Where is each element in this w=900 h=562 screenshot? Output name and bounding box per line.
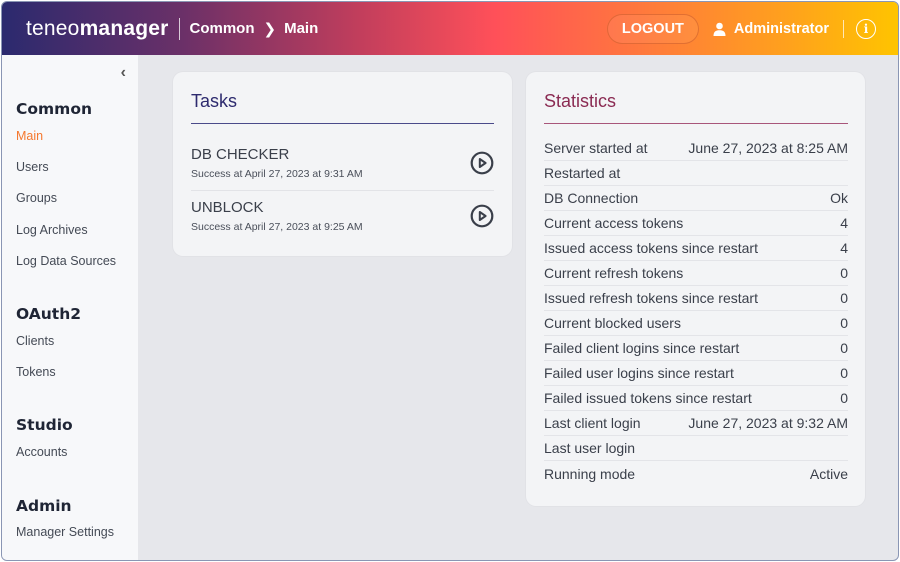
stat-row: DB Connection Ok [544,186,848,211]
app-window: teneo manager Common ❯ Main LOGOUT Admini… [1,1,899,561]
stat-label: Running mode [544,465,636,482]
sidebar-item-main[interactable]: Main [16,129,43,143]
breadcrumb-main: Main [284,20,319,37]
stat-value: 4 [840,215,848,231]
sidebar-section-studio: Studio [16,416,73,434]
stat-row: Server started at June 27, 2023 at 8:25 A… [544,136,848,161]
stat-value: June 27, 2023 at 8:25 AM [688,140,848,156]
stat-value: 0 [840,265,848,281]
stat-row: Restarted at [544,161,848,186]
stat-row: Running mode Active [544,461,848,486]
sidebar-section-common: Common [16,100,93,118]
task-status: Success at April 27, 2023 at 9:25 AM [191,221,363,233]
stat-value: 0 [840,365,848,381]
tasks-title: Tasks [191,91,238,111]
stat-row: Current access tokens 4 [544,211,848,236]
stat-label: Restarted at [544,165,621,181]
sidebar-item-clients[interactable]: Clients [16,334,54,348]
stat-row: Failed issued tokens since restart 0 [544,386,848,411]
stat-value: 0 [840,340,848,356]
stat-row: Last user login [544,436,848,461]
task-name: UNBLOCK [191,199,264,216]
statistics-title-rule [544,123,848,124]
task-divider [191,190,494,191]
stat-value: 4 [840,240,848,256]
stat-label: Last user login [544,440,636,456]
sidebar: ‹ Common Main Users Groups Log Archives … [2,55,138,560]
task-name: DB CHECKER [191,146,290,163]
statistics-title: Statistics [544,91,617,111]
brand-bold: manager [79,16,169,40]
logout-button[interactable]: LOGOUT [606,13,699,44]
brand-light: teneo [26,16,80,40]
stat-row: Last client login June 27, 2023 at 9:32 A… [544,411,848,436]
stat-row: Failed client logins since restart 0 [544,336,848,361]
stat-label: Failed issued tokens since restart [544,390,752,406]
sidebar-item-log-archives[interactable]: Log Archives [16,223,88,237]
header-divider-right [843,19,844,38]
user-name: Administrator [733,20,829,37]
stat-label: DB Connection [544,190,639,206]
stat-value: Ok [830,190,848,206]
play-icon[interactable] [470,151,494,175]
breadcrumb-common[interactable]: Common [190,20,255,37]
top-bar: teneo manager Common ❯ Main LOGOUT Admini… [2,2,898,55]
sidebar-item-log-data-sources[interactable]: Log Data Sources [16,254,116,268]
collapse-sidebar-icon[interactable]: ‹ [121,64,126,82]
stat-row: Issued refresh tokens since restart 0 [544,286,848,311]
stat-label: Issued refresh tokens since restart [544,290,758,306]
stat-value: 0 [840,315,848,331]
stat-row: Failed user logins since restart 0 [544,361,848,386]
tasks-card: Tasks DB CHECKER Success at April 27, 20… [173,72,512,256]
play-icon[interactable] [470,204,494,228]
sidebar-item-tokens[interactable]: Tokens [16,365,56,379]
info-icon[interactable]: i [856,18,876,39]
app-logo[interactable]: teneo manager [26,17,169,41]
stat-label: Last client login [544,415,641,431]
chevron-right-icon: ❯ [263,20,277,38]
user-icon [713,22,726,36]
stat-label: Current access tokens [544,215,684,231]
stat-label: Current refresh tokens [544,265,684,281]
sidebar-section-admin: Admin [16,497,72,515]
sidebar-item-accounts[interactable]: Accounts [16,445,67,459]
stat-label: Current blocked users [544,315,681,331]
stat-value: June 27, 2023 at 9:32 AM [688,415,848,431]
tasks-title-rule [191,123,494,124]
stat-label: Issued access tokens since restart [544,240,758,256]
header-divider [178,17,180,40]
stat-value: 0 [840,290,848,306]
statistics-card: Statistics Server started at June 27, 202… [526,72,865,506]
stat-label: Server started at [544,140,648,156]
breadcrumb: Common ❯ Main [190,20,319,38]
task-status: Success at April 27, 2023 at 9:31 AM [191,168,363,180]
stat-row: Issued access tokens since restart 4 [544,236,848,261]
stat-value: Active [809,465,848,482]
task-item: DB CHECKER Success at April 27, 2023 at … [191,146,494,196]
task-item: UNBLOCK Success at April 27, 2023 at 9:2… [191,199,494,249]
stat-label: Failed user logins since restart [544,365,734,381]
stat-value: 0 [840,390,848,406]
stat-row: Current refresh tokens 0 [544,261,848,286]
sidebar-item-groups[interactable]: Groups [16,191,57,205]
stat-label: Failed client logins since restart [544,340,740,356]
user-menu[interactable]: Administrator [713,21,829,37]
sidebar-item-manager-settings[interactable]: Manager Settings [16,525,114,539]
sidebar-item-users[interactable]: Users [16,160,49,174]
sidebar-section-oauth2: OAuth2 [16,305,82,323]
stat-row: Current blocked users 0 [544,311,848,336]
